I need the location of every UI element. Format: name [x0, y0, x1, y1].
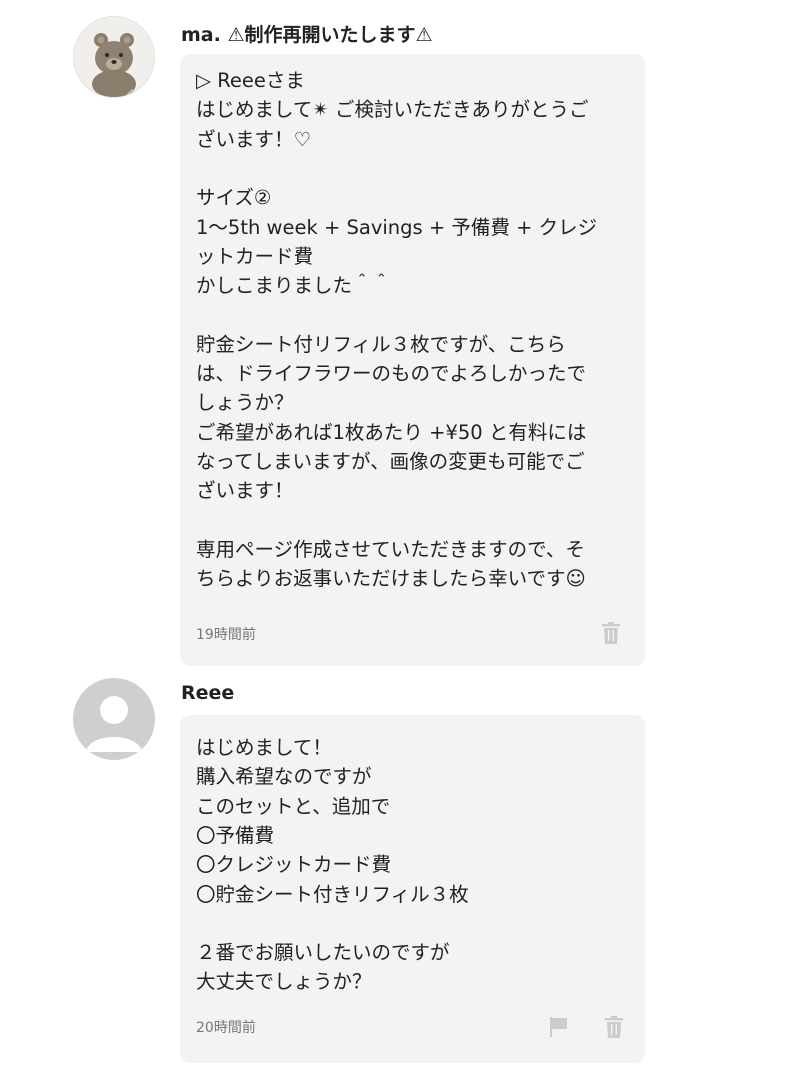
message-line: 専用ページ作成させていただきますので、そ — [196, 537, 585, 561]
delete-button[interactable] — [598, 620, 624, 646]
message-line: はじめまして✴︎ ご検討いただきありがとうご — [196, 98, 589, 122]
message-line: 大丈夫でしょうか？ — [196, 970, 372, 994]
trash-icon — [605, 1016, 623, 1038]
message-line: は、ドライフラワーのものでよろしかったで — [196, 362, 587, 385]
comment-bubble: はじめまして！ 購入希望なのですが このセットと、追加で 〇予備費〇クレジットカード費… — [180, 715, 645, 1063]
message-line: しょうか？ — [196, 391, 294, 415]
comment-author[interactable]: Reee — [181, 682, 234, 704]
comment-author[interactable]: ma. ⚠制作再開いたします⚠ — [181, 20, 433, 47]
comment-timestamp: 19時間前 — [196, 627, 256, 643]
message-line: 〇クレジットカード費 — [196, 853, 392, 877]
message-line: ざいます！♡ — [196, 127, 311, 151]
message-line: ご希望があれば1枚あたり +¥50 と有料には — [196, 420, 587, 444]
message-line: 購入希望なのですが — [196, 765, 372, 789]
comment-bubble: ▷ Reeeさまはじめまして✴︎ ご検討いただきありがとうご ざいます！♡ サイズ②… — [180, 54, 645, 666]
trash-icon — [602, 622, 620, 644]
message-line: ざいます！ — [196, 479, 294, 503]
message-line: 〇予備費 — [196, 823, 275, 847]
message-line: このセットと、追加で — [196, 794, 391, 818]
message-line: なってしまいますが、画像の変更も可能でご — [196, 449, 585, 473]
user-icon — [86, 696, 142, 752]
report-button[interactable] — [546, 1014, 572, 1040]
bear-avatar[interactable] — [73, 16, 155, 98]
comment-item: ma. ⚠制作再開いたします⚠ ▷ Reeeさまはじめまして✴︎ ご検討いただき… — [0, 0, 810, 680]
comment-timestamp: 20時間前 — [196, 1020, 256, 1036]
message-line: ットカード費 — [196, 244, 314, 268]
message-line: かしこまりました＾＾ — [196, 274, 392, 298]
message-line: ちらよりお返事いただけましたら幸いです☺︎ — [196, 567, 586, 591]
flag-icon — [550, 1017, 567, 1037]
message-line: サイズ② — [196, 186, 272, 210]
message-line: ▷ Reeeさま — [196, 69, 305, 92]
message-line: 1〜5th week + Savings + 予備費 + クレジ — [196, 215, 598, 239]
delete-button[interactable] — [601, 1014, 627, 1040]
bear-icon — [92, 33, 139, 97]
message-line: ２番でお願いしたいのですが — [196, 941, 450, 965]
comment-item: Reee はじめまして！ 購入希望なのですが このセットと、追加で 〇予備費〇クレジッ… — [0, 672, 810, 1080]
message-line: 〇貯金シート付きリフィル３枚 — [196, 882, 469, 906]
default-user-avatar[interactable] — [73, 678, 155, 760]
message-line: 貯金シート付リフィル３枚ですが、こちら — [196, 332, 566, 356]
message-line: はじめまして！ — [196, 736, 332, 759]
